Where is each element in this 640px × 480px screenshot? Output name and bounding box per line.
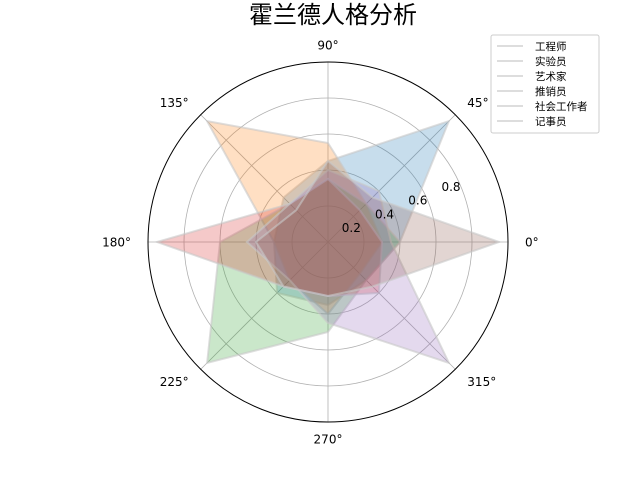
radial-tick-label-1: 0.4 xyxy=(375,207,394,221)
angle-tick-label-135: 135° xyxy=(160,96,189,110)
radial-tick-label-2: 0.6 xyxy=(408,194,427,208)
legend-label-2: 艺术家 xyxy=(535,70,567,83)
legend: 工程师实验员艺术家推销员社会工作者记事员 xyxy=(490,34,600,134)
angle-tick-label-180: 180° xyxy=(102,236,131,250)
angle-tick-label-225: 225° xyxy=(160,375,189,389)
radar-chart: 霍兰德人格分析 0° 45° 90° 135° 180° 225° 270° 315° 0.2 0… xyxy=(102,1,600,447)
angle-tick-label-270: 270° xyxy=(314,433,343,447)
chart-title: 霍兰德人格分析 xyxy=(249,1,417,29)
legend-label-4: 社会工作者 xyxy=(535,100,588,113)
angle-tick-label-315: 315° xyxy=(467,375,496,389)
radial-tick-label-0: 0.2 xyxy=(342,221,361,235)
angle-tick-label-45: 45° xyxy=(467,96,488,110)
legend-label-5: 记事员 xyxy=(535,115,567,128)
legend-label-0: 工程师 xyxy=(535,40,567,53)
legend-label-1: 实验员 xyxy=(535,55,567,68)
legend-label-3: 推销员 xyxy=(535,85,567,98)
radial-tick-label-3: 0.8 xyxy=(441,180,460,194)
angle-tick-label-0: 0° xyxy=(525,236,539,250)
angle-tick-label-90: 90° xyxy=(317,39,338,53)
